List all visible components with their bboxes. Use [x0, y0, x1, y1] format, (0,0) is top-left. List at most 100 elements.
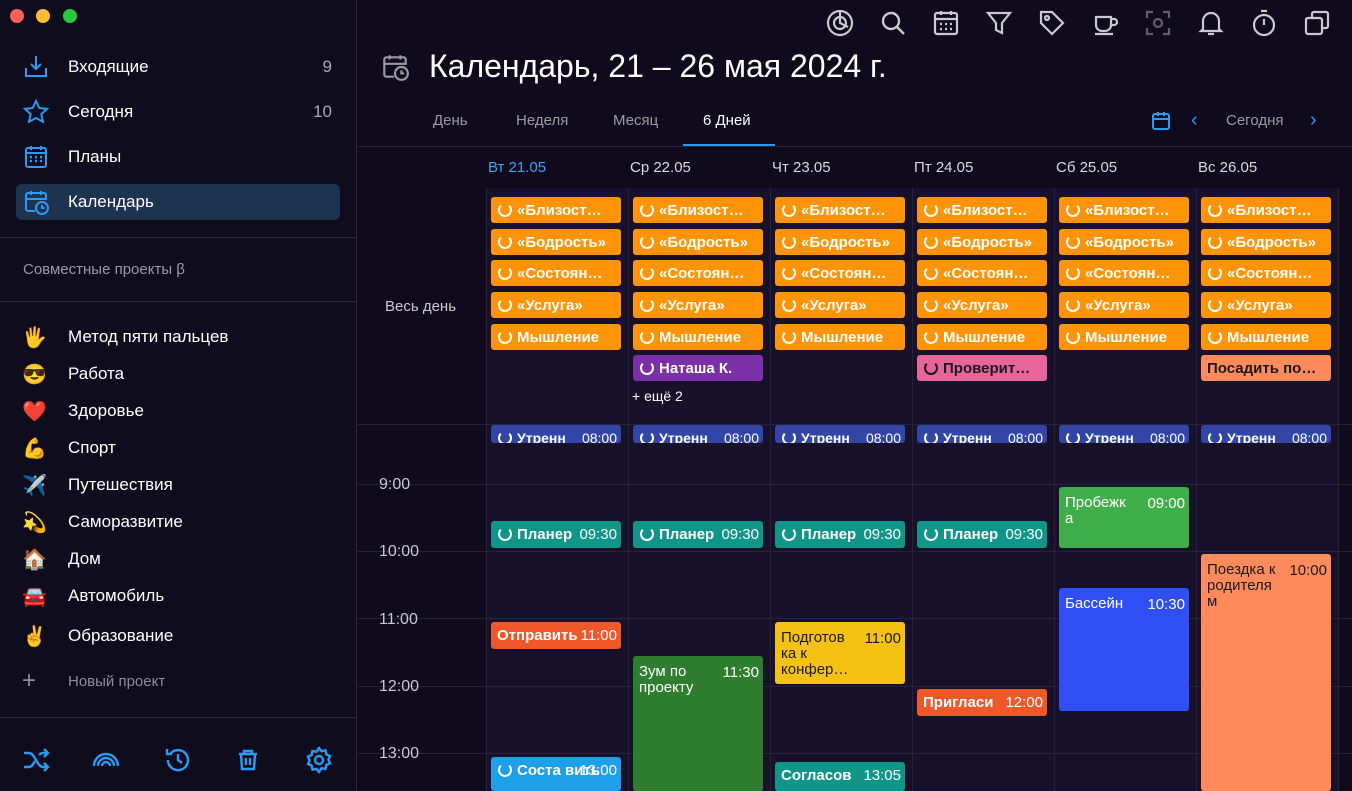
- project-item[interactable]: 🚘 Автомобиль: [22, 582, 342, 610]
- all-day-event[interactable]: Мышление: [633, 324, 763, 350]
- more-events-link[interactable]: + ещё 2: [632, 388, 683, 404]
- all-day-event[interactable]: «Услуга»: [775, 292, 905, 318]
- bell-icon[interactable]: [1196, 8, 1226, 38]
- new-project-button[interactable]: + Новый проект: [22, 667, 165, 694]
- all-day-event[interactable]: «Состоян…: [1059, 260, 1189, 286]
- day-header[interactable]: Пт 24.05: [914, 159, 973, 176]
- close-window-button[interactable]: [10, 9, 24, 23]
- timed-event[interactable]: Бассейн 10:30: [1059, 588, 1189, 711]
- timed-event[interactable]: Планер 09:30: [917, 521, 1047, 548]
- today-button[interactable]: Сегодня: [1226, 112, 1284, 129]
- timed-event[interactable]: Утренн 08:00: [1059, 425, 1189, 443]
- timed-event[interactable]: Поездка к родителя м 10:00: [1201, 554, 1331, 791]
- windows-icon[interactable]: [1302, 8, 1332, 38]
- all-day-event[interactable]: Наташа К.: [633, 355, 763, 381]
- prev-icon[interactable]: ‹: [1191, 109, 1198, 132]
- timed-event[interactable]: Отправить 11:00: [491, 622, 621, 649]
- all-day-event[interactable]: Мышление: [1201, 324, 1331, 350]
- all-day-event[interactable]: «Близост…: [917, 197, 1047, 223]
- all-day-event[interactable]: «Состоян…: [775, 260, 905, 286]
- project-item[interactable]: 💫 Саморазвитие: [22, 508, 342, 536]
- next-icon[interactable]: ›: [1310, 109, 1317, 132]
- project-item[interactable]: 💪 Спорт: [22, 434, 342, 462]
- all-day-event[interactable]: «Бодрость»: [1059, 229, 1189, 255]
- all-day-event[interactable]: «Услуга»: [491, 292, 621, 318]
- all-day-event[interactable]: «Услуга»: [1201, 292, 1331, 318]
- tag-icon[interactable]: [1037, 8, 1067, 38]
- all-day-event[interactable]: Мышление: [1059, 324, 1189, 350]
- all-day-event[interactable]: «Близост…: [1201, 197, 1331, 223]
- tab-6days[interactable]: 6 Дней: [703, 112, 751, 129]
- day-header[interactable]: Чт 23.05: [772, 159, 831, 176]
- search-icon[interactable]: [878, 8, 908, 38]
- all-day-event[interactable]: «Состоян…: [491, 260, 621, 286]
- day-header[interactable]: Вт 21.05: [488, 159, 546, 176]
- filter-icon[interactable]: [984, 8, 1014, 38]
- project-item[interactable]: 🏠 Дом: [22, 545, 342, 573]
- all-day-event[interactable]: «Близост…: [491, 197, 621, 223]
- timed-event[interactable]: Зум по проекту 11:30: [633, 656, 763, 791]
- all-day-event[interactable]: Проверит…: [917, 355, 1047, 381]
- timed-event[interactable]: Утренн 08:00: [917, 425, 1047, 443]
- settings-icon[interactable]: [303, 744, 335, 776]
- all-day-event[interactable]: «Состоян…: [1201, 260, 1331, 286]
- day-header[interactable]: Вс 26.05: [1198, 159, 1257, 176]
- all-day-event[interactable]: «Бодрость»: [1201, 229, 1331, 255]
- timed-event[interactable]: Планер 09:30: [491, 521, 621, 548]
- tab-month[interactable]: Месяц: [613, 112, 658, 129]
- cup-icon[interactable]: [1090, 8, 1120, 38]
- all-day-event[interactable]: Посадить по…: [1201, 355, 1331, 381]
- signal-icon[interactable]: [90, 744, 122, 776]
- all-day-event[interactable]: «Близост…: [633, 197, 763, 223]
- all-day-event[interactable]: «Бодрость»: [633, 229, 763, 255]
- calendar-icon[interactable]: [931, 8, 961, 38]
- all-day-event[interactable]: «Услуга»: [1059, 292, 1189, 318]
- timed-event[interactable]: Пробежк а 09:00: [1059, 487, 1189, 548]
- timer-icon[interactable]: [1249, 8, 1279, 38]
- date-picker-icon[interactable]: [1150, 110, 1172, 137]
- minimize-window-button[interactable]: [36, 9, 50, 23]
- tab-week[interactable]: Неделя: [516, 112, 568, 129]
- project-item[interactable]: 😎 Работа: [22, 360, 342, 388]
- trash-icon[interactable]: [232, 744, 264, 776]
- all-day-event[interactable]: «Бодрость»: [775, 229, 905, 255]
- shuffle-icon[interactable]: [20, 744, 52, 776]
- all-day-event[interactable]: «Бодрость»: [917, 229, 1047, 255]
- timed-event[interactable]: Соста вить 13:00: [491, 757, 621, 791]
- project-item[interactable]: ✌️ Образование: [22, 622, 342, 650]
- all-day-event[interactable]: Мышление: [775, 324, 905, 350]
- nav-inbox[interactable]: Входящие 9: [16, 49, 340, 85]
- timed-event[interactable]: Подготов ка к конфер… 11:00: [775, 622, 905, 684]
- project-item[interactable]: ✈️ Путешествия: [22, 471, 342, 499]
- timed-event[interactable]: Согласов 13:05: [775, 762, 905, 791]
- zoom-window-button[interactable]: [63, 9, 77, 23]
- day-header[interactable]: Ср 22.05: [630, 159, 691, 176]
- scan-icon[interactable]: [1143, 8, 1173, 38]
- nav-calendar[interactable]: Календарь: [16, 184, 340, 220]
- tab-day[interactable]: День: [433, 112, 468, 129]
- timed-event[interactable]: Пригласи 12:00: [917, 689, 1047, 716]
- all-day-event[interactable]: «Бодрость»: [491, 229, 621, 255]
- all-day-event[interactable]: «Услуга»: [917, 292, 1047, 318]
- all-day-event[interactable]: «Близост…: [775, 197, 905, 223]
- timed-event[interactable]: Утренн 08:00: [1201, 425, 1331, 443]
- all-day-event[interactable]: Мышление: [917, 324, 1047, 350]
- timed-event[interactable]: Планер 09:30: [633, 521, 763, 548]
- all-day-event[interactable]: «Состоян…: [633, 260, 763, 286]
- nav-today[interactable]: Сегодня 10: [16, 94, 340, 130]
- focus-icon[interactable]: [825, 8, 855, 38]
- project-item[interactable]: ❤️ Здоровье: [22, 397, 342, 425]
- timed-event[interactable]: Утренн 08:00: [633, 425, 763, 443]
- all-day-event[interactable]: «Состоян…: [917, 260, 1047, 286]
- timed-event[interactable]: Планер 09:30: [775, 521, 905, 548]
- shared-projects-header[interactable]: Совместные проекты β: [23, 261, 185, 278]
- history-icon[interactable]: [162, 744, 194, 776]
- timed-event[interactable]: Утренн 08:00: [775, 425, 905, 443]
- all-day-event[interactable]: «Близост…: [1059, 197, 1189, 223]
- project-item[interactable]: 🖐 Метод пяти пальцев: [22, 323, 342, 351]
- all-day-event[interactable]: Мышление: [491, 324, 621, 350]
- nav-plans[interactable]: Планы: [16, 139, 340, 175]
- all-day-event[interactable]: «Услуга»: [633, 292, 763, 318]
- timed-event[interactable]: Утренн 08:00: [491, 425, 621, 443]
- day-header[interactable]: Сб 25.05: [1056, 159, 1117, 176]
